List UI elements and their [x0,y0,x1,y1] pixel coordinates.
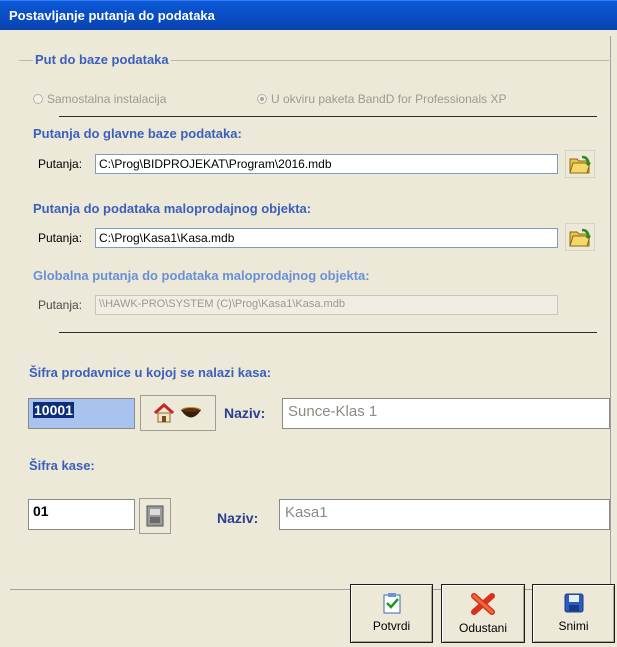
register-name-field: Kasa1 [279,499,610,530]
checklist-icon [383,593,400,614]
group-legend: Put do baze podataka [33,52,171,67]
store-code-input[interactable]: 10001 [28,398,135,429]
main-db-path-input[interactable]: C:\Prog\BIDPROJEKAT\Program\2016.mdb [95,154,558,174]
dialog-window: Postavljanje putanja do podataka Put do … [0,0,617,647]
cancel-button[interactable]: Odustani [441,584,525,643]
floppy-disk-icon [564,593,583,613]
store-db-browse-button[interactable] [565,223,595,251]
red-x-icon [471,593,495,615]
store-db-path-input[interactable]: C:\Prog\Kasa1\Kasa.mdb [95,228,558,248]
store-db-heading: Putanja do podataka maloprodajnog objekt… [33,201,312,216]
divider [59,332,597,333]
store-name-label: Naziv: [224,405,266,421]
coffee-icon [181,407,201,418]
store-name-field: Sunce-Klas 1 [282,398,610,429]
register-lookup-button[interactable] [139,498,171,534]
radio-standalone[interactable]: Samostalna instalacija [33,92,166,106]
house-icon [154,402,174,423]
main-db-browse-button[interactable] [565,150,595,178]
register-heading: Šifra kase: [29,458,95,473]
title-bar[interactable]: Postavljanje putanja do podataka [0,0,617,30]
register-name-label: Naziv: [217,510,259,526]
save-label: Snimi [558,619,589,633]
store-code-value: 10001 [33,402,74,418]
global-db-heading: Globalna putanja do podataka maloprodajn… [33,268,370,283]
main-db-label: Putanja: [38,157,83,171]
store-lookup-button[interactable] [140,395,216,431]
radio-package-label: U okviru paketa BandD for Professionals … [271,92,507,106]
main-db-heading: Putanja do glavne baze podataka: [33,126,242,141]
radio-package[interactable]: U okviru paketa BandD for Professionals … [257,92,506,106]
window-title: Postavljanje putanja do podataka [9,8,215,23]
global-db-label: Putanja: [38,298,83,312]
divider [59,116,597,117]
cash-register-icon [146,505,164,527]
folder-open-icon [569,155,591,174]
store-heading: Šifra prodavnice u kojoj se nalazi kasa: [29,365,272,380]
cancel-label: Odustani [458,621,508,635]
radio-circle-icon [33,94,43,104]
folder-open-icon [569,228,591,247]
radio-standalone-label: Samostalna instalacija [47,92,167,106]
save-button[interactable]: Snimi [532,584,615,643]
global-db-path-input: \\HAWK-PRO\SYSTEM (C)\Prog\Kasa1\Kasa.md… [95,295,558,315]
radio-selected-icon [257,94,267,104]
store-db-label: Putanja: [38,231,83,245]
confirm-label: Potvrdi [372,619,411,633]
register-code-input[interactable]: 01 [28,499,135,530]
confirm-button[interactable]: Potvrdi [350,584,433,643]
